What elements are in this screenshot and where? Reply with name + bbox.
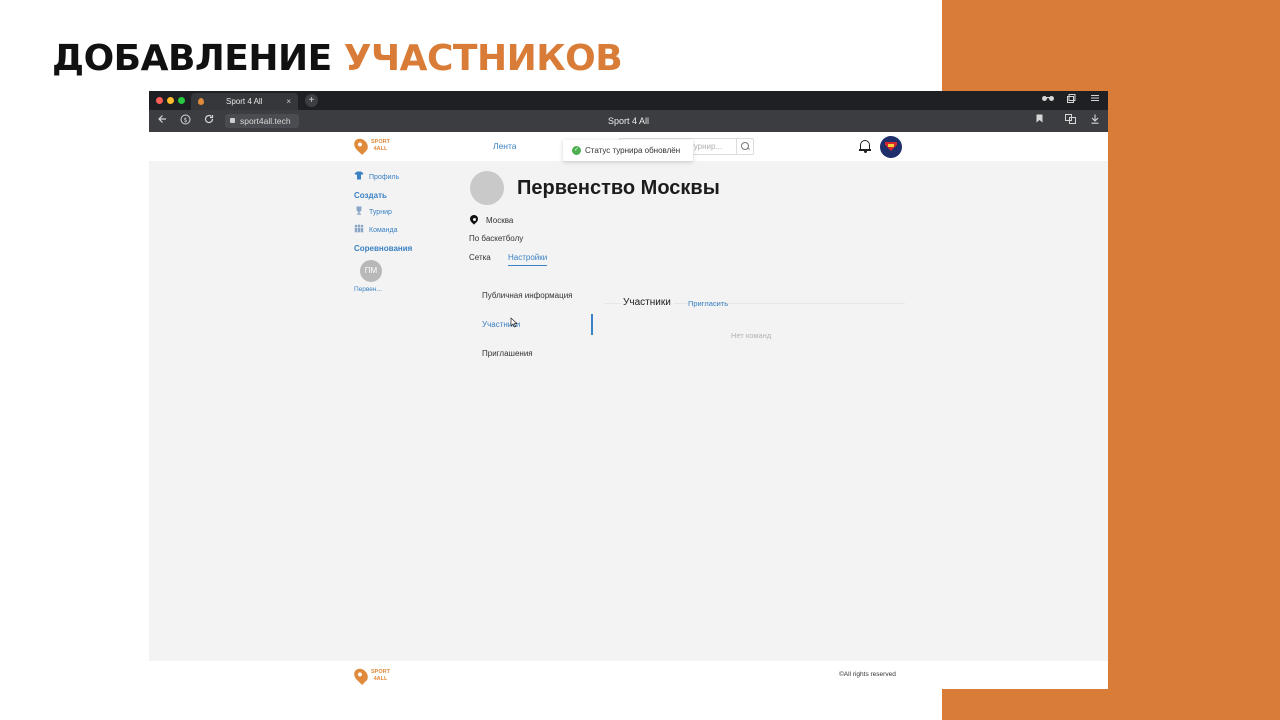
browser-window: Sport 4 All × + Sport 4 All $ sport4all.…	[149, 91, 1108, 689]
tab-bracket[interactable]: Сетка	[469, 253, 491, 262]
tournament-city: Москва	[486, 216, 514, 225]
trophy-icon	[356, 206, 362, 215]
page-title: Первенство Москвы	[517, 177, 720, 199]
sidebar-item-competition[interactable]: Первен...	[354, 286, 382, 293]
browser-address-bar: Sport 4 All $ sport4all.tech	[149, 110, 1108, 132]
settings-nav-public-info[interactable]: Публичная информация	[482, 291, 573, 300]
sidebar-section-create: Создать	[354, 191, 387, 200]
tournament-sport: По баскетболу	[469, 234, 524, 243]
settings-nav: Публичная информация Участники Приглашен…	[469, 281, 593, 371]
check-circle-icon: ✓	[572, 146, 581, 155]
logo-text: SPORT 4ALL	[371, 669, 390, 682]
site-favicon-icon	[198, 98, 204, 105]
invite-link[interactable]: Пригласить	[688, 299, 728, 308]
menu-icon[interactable]	[1091, 94, 1099, 104]
status-toast: ✓ Статус турнира обновлён	[563, 140, 693, 161]
slide-title-accent: УЧАСТНИКОВ	[343, 38, 623, 79]
bell-icon[interactable]	[859, 139, 871, 153]
tournament-avatar	[470, 171, 504, 205]
copyright-text: ©All rights reserved	[839, 671, 896, 678]
slide-title-main: ДОБАВЛЕНИЕ	[52, 38, 344, 79]
bookmark-icon[interactable]	[1036, 114, 1043, 126]
sidebar-item-profile[interactable]: Профиль	[354, 171, 399, 181]
browser-tab-title: Sport 4 All	[226, 97, 263, 106]
tab-close-icon[interactable]: ×	[286, 93, 291, 110]
active-indicator	[591, 314, 593, 335]
sidebar-item-label: Профиль	[369, 174, 400, 181]
reader-icon[interactable]	[1041, 94, 1055, 105]
site-footer: SPORT 4ALL ©All rights reserved	[149, 661, 1108, 689]
sidebar-item-label: Турнир	[369, 209, 392, 216]
shield-icon[interactable]: $	[180, 114, 191, 128]
search-placeholder: турнир...	[690, 142, 723, 151]
logo-pin-icon	[351, 665, 371, 686]
browser-tabbar: Sport 4 All × +	[149, 91, 1108, 110]
new-tab-button[interactable]: +	[305, 94, 318, 107]
back-icon[interactable]	[158, 114, 167, 127]
download-icon[interactable]	[1091, 114, 1099, 127]
extensions-icon[interactable]	[1065, 114, 1076, 127]
sidebar-item-label: Команда	[369, 227, 398, 234]
sidebar-section-competitions: Соревнования	[354, 244, 413, 253]
svg-text:$: $	[184, 117, 188, 124]
site-logo[interactable]: SPORT 4ALL	[351, 135, 395, 156]
reload-icon[interactable]	[204, 114, 214, 127]
maximize-window-icon[interactable]	[178, 97, 185, 104]
team-icon	[354, 224, 364, 233]
competition-avatar[interactable]: ПМ	[360, 260, 382, 282]
empty-teams-text: Нет команд	[731, 331, 772, 340]
browser-tab[interactable]: Sport 4 All ×	[191, 93, 298, 110]
user-avatar[interactable]	[880, 136, 902, 158]
search-icon[interactable]	[736, 139, 753, 154]
participants-title: Участники	[621, 297, 674, 308]
location-pin-icon	[470, 215, 478, 225]
url-input[interactable]: sport4all.tech	[225, 114, 299, 128]
nav-feed-link[interactable]: Лента	[493, 141, 517, 151]
presentation-slide: ДОБАВЛЕНИЕ УЧАСТНИКОВ Sport 4 All × + Sp…	[0, 0, 1280, 720]
shirt-icon	[354, 171, 364, 180]
pointer-cursor-icon	[510, 317, 518, 328]
logo-pin-icon	[351, 135, 371, 156]
lock-icon	[230, 118, 235, 123]
footer-logo[interactable]: SPORT 4ALL	[351, 665, 395, 686]
toast-message: Статус турнира обновлён	[585, 146, 681, 155]
url-text: sport4all.tech	[240, 116, 291, 126]
settings-nav-invitations[interactable]: Приглашения	[482, 349, 533, 358]
tabs-icon[interactable]	[1067, 94, 1076, 105]
minimize-window-icon[interactable]	[167, 97, 174, 104]
slide-title: ДОБАВЛЕНИЕ УЧАСТНИКОВ	[52, 38, 623, 79]
sidebar-item-team[interactable]: Команда	[354, 224, 398, 234]
close-window-icon[interactable]	[156, 97, 163, 104]
tab-settings[interactable]: Настройки	[508, 253, 548, 266]
logo-text: SPORT 4ALL	[371, 139, 390, 152]
sidebar-item-tournament[interactable]: Турнир	[354, 206, 392, 216]
